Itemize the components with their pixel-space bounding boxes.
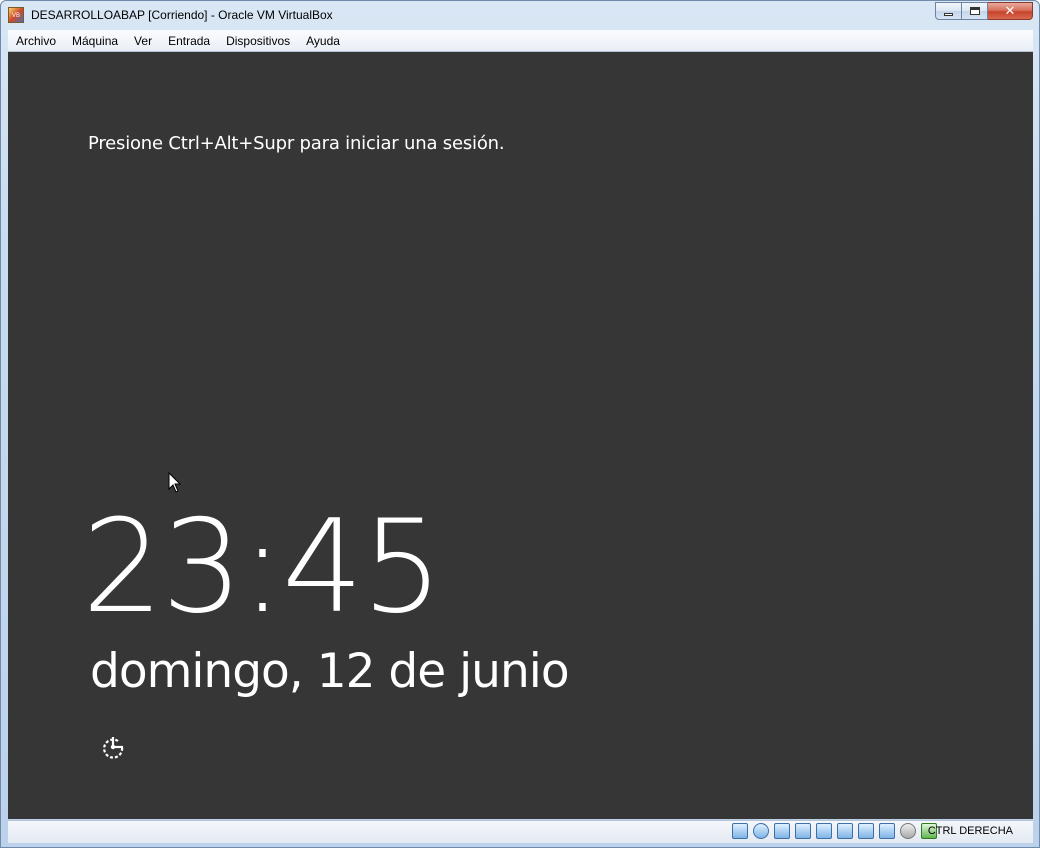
video-capture-icon[interactable] bbox=[858, 823, 874, 839]
menu-dispositivos[interactable]: Dispositivos bbox=[218, 34, 298, 48]
maximize-button[interactable] bbox=[962, 2, 988, 20]
menu-bar: Archivo Máquina Ver Entrada Dispositivos… bbox=[8, 30, 1033, 52]
cpu-virtualization-icon[interactable] bbox=[879, 823, 895, 839]
status-bar: CTRL DERECHA bbox=[8, 820, 1033, 843]
optical-drive-icon[interactable] bbox=[753, 823, 769, 839]
lock-date: domingo, 12 de junio bbox=[90, 644, 570, 699]
close-icon: ✕ bbox=[1004, 3, 1016, 19]
close-button[interactable]: ✕ bbox=[988, 2, 1033, 20]
mouse-cursor-icon bbox=[168, 472, 182, 493]
vm-display[interactable]: Presione Ctrl+Alt+Supr para iniciar una … bbox=[8, 52, 1033, 819]
ease-of-access-icon[interactable] bbox=[99, 733, 127, 761]
minimize-button[interactable] bbox=[935, 2, 962, 20]
menu-ver[interactable]: Ver bbox=[126, 34, 160, 48]
login-prompt: Presione Ctrl+Alt+Supr para iniciar una … bbox=[88, 133, 505, 154]
network-icon[interactable] bbox=[774, 823, 790, 839]
title-bar[interactable]: VB DESARROLLOABAP [Corriendo] - Oracle V… bbox=[1, 1, 1039, 29]
display-icon[interactable] bbox=[837, 823, 853, 839]
usb-icon[interactable] bbox=[795, 823, 811, 839]
virtualbox-icon[interactable]: VB bbox=[8, 7, 24, 23]
virtualbox-window: VB DESARROLLOABAP [Corriendo] - Oracle V… bbox=[0, 0, 1040, 848]
mouse-integration-icon[interactable] bbox=[900, 823, 916, 839]
menu-archivo[interactable]: Archivo bbox=[8, 34, 64, 48]
lock-clock: 23:45 bbox=[82, 493, 443, 642]
menu-maquina[interactable]: Máquina bbox=[64, 34, 126, 48]
maximize-icon bbox=[969, 7, 980, 15]
menu-entrada[interactable]: Entrada bbox=[160, 34, 218, 48]
hard-disk-icon[interactable] bbox=[732, 823, 748, 839]
shared-folders-icon[interactable] bbox=[816, 823, 832, 839]
host-key-label: CTRL DERECHA bbox=[927, 825, 1013, 837]
minimize-icon bbox=[944, 12, 953, 16]
device-status-icons bbox=[732, 823, 937, 841]
menu-ayuda[interactable]: Ayuda bbox=[298, 34, 348, 48]
window-title: DESARROLLOABAP [Corriendo] - Oracle VM V… bbox=[31, 8, 333, 22]
caption-buttons: ✕ bbox=[935, 2, 1033, 21]
